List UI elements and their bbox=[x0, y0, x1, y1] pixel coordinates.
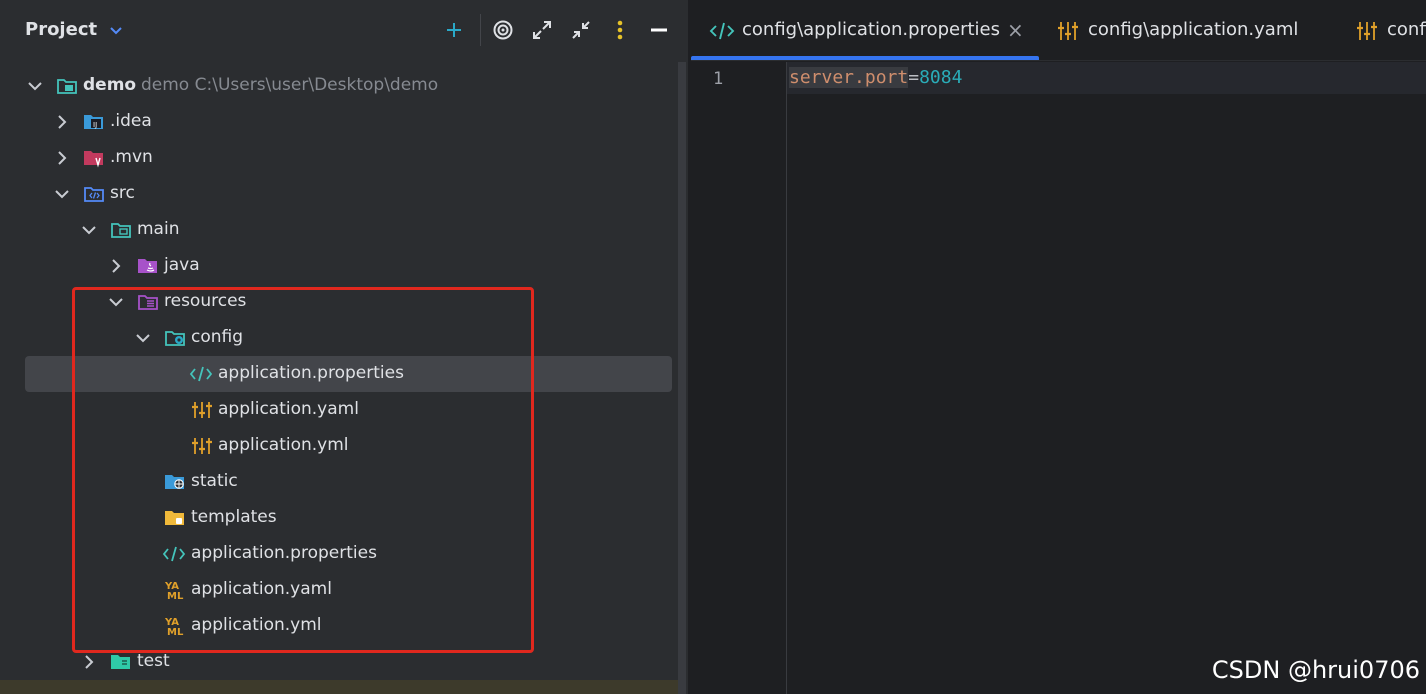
chevron-down-icon bbox=[109, 20, 123, 41]
tree-item-src[interactable]: src bbox=[0, 176, 680, 212]
code-line[interactable]: server.port=8084 bbox=[789, 67, 962, 88]
tree-label: .idea bbox=[110, 111, 152, 131]
line-number: 1 bbox=[713, 69, 724, 89]
tree-label: test bbox=[137, 651, 170, 671]
chevron-right-icon[interactable] bbox=[53, 149, 71, 167]
collapse-all-icon[interactable] bbox=[568, 17, 594, 43]
tree-item-main[interactable]: main bbox=[0, 212, 680, 248]
tree-label: src bbox=[110, 183, 135, 203]
chevron-right-icon[interactable] bbox=[80, 653, 98, 671]
highlight-annotation-box bbox=[72, 287, 534, 653]
active-tab-indicator bbox=[691, 56, 1039, 60]
property-key: server.port bbox=[789, 67, 909, 88]
expand-all-icon[interactable] bbox=[529, 17, 555, 43]
tab-config-application-yml[interactable]: confi bbox=[1355, 0, 1426, 60]
tab-label: config\application.properties bbox=[742, 19, 1001, 40]
tab-label: confi bbox=[1387, 19, 1426, 40]
hide-panel-icon[interactable] bbox=[646, 17, 672, 43]
close-tab-icon[interactable]: × bbox=[1007, 18, 1024, 42]
idea-folder-icon: IJ bbox=[83, 112, 105, 132]
tree-label: java bbox=[164, 255, 200, 275]
property-equals: = bbox=[908, 67, 920, 88]
project-panel-header: Project bbox=[0, 0, 688, 62]
tab-label: config\application.yaml bbox=[1088, 19, 1299, 40]
tree-item-demo[interactable]: demo demo C:\Users\user\Desktop\demo bbox=[0, 68, 680, 104]
tree-path: demo C:\Users\user\Desktop\demo bbox=[141, 75, 439, 95]
java-folder-icon bbox=[137, 256, 159, 276]
watermark: CSDN @hrui0706 bbox=[1211, 656, 1420, 684]
tab-config-application-yaml[interactable]: config\application.yaml bbox=[1051, 0, 1341, 60]
project-panel: Project demo demo C:\Users\user\Desktop\… bbox=[0, 0, 688, 694]
add-icon[interactable] bbox=[441, 17, 467, 43]
more-options-icon[interactable] bbox=[607, 17, 633, 43]
source-folder-icon bbox=[83, 184, 105, 204]
folder-icon bbox=[110, 220, 132, 240]
maven-folder-icon bbox=[83, 148, 105, 168]
editor-tabs: config\application.properties × config\a… bbox=[691, 0, 1426, 61]
tree-label: main bbox=[137, 219, 180, 239]
partial-tree-row bbox=[0, 680, 678, 694]
module-folder-icon bbox=[56, 76, 78, 96]
chevron-down-icon[interactable] bbox=[80, 221, 98, 239]
tree-item-java[interactable]: java bbox=[0, 248, 680, 284]
chevron-down-icon[interactable] bbox=[26, 77, 44, 95]
tree-item-idea[interactable]: IJ .idea bbox=[0, 104, 680, 140]
select-opened-file-icon[interactable] bbox=[490, 17, 516, 43]
toolbar-separator bbox=[480, 14, 481, 46]
project-view-selector[interactable]: Project bbox=[25, 19, 123, 41]
properties-file-icon bbox=[709, 20, 735, 42]
chevron-down-icon[interactable] bbox=[53, 185, 71, 203]
property-value: 8084 bbox=[919, 67, 963, 88]
yaml-settings-icon bbox=[1356, 20, 1380, 42]
editor-area: config\application.properties × config\a… bbox=[691, 0, 1426, 694]
tree-label: .mvn bbox=[110, 147, 153, 167]
line-number-gutter bbox=[691, 62, 787, 694]
tree-scrollbar[interactable] bbox=[678, 62, 686, 694]
test-folder-icon bbox=[110, 652, 132, 672]
chevron-right-icon[interactable] bbox=[107, 257, 125, 275]
svg-text:IJ: IJ bbox=[93, 121, 97, 129]
chevron-right-icon[interactable] bbox=[53, 113, 71, 131]
panel-title: Project bbox=[25, 19, 98, 40]
tab-config-application-properties[interactable]: config\application.properties × bbox=[691, 0, 1039, 60]
tree-label: demo bbox=[83, 75, 137, 95]
yaml-settings-icon bbox=[1057, 20, 1081, 42]
tree-item-mvn[interactable]: .mvn bbox=[0, 140, 680, 176]
